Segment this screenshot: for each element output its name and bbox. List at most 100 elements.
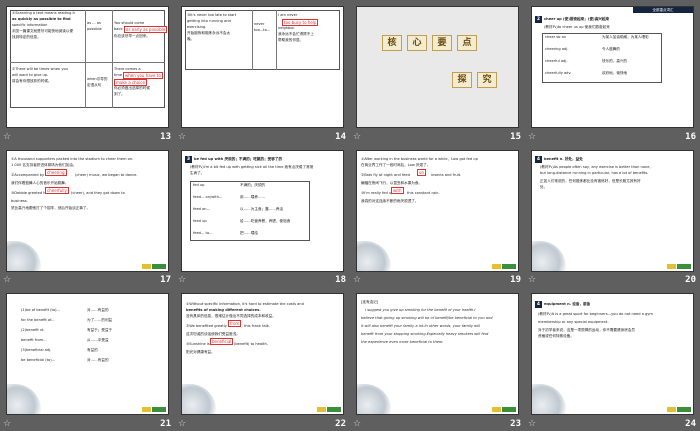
slide-text: ①After working in the business world for… (361, 156, 478, 161)
slide-text: benefit from your stopping smoking.Espec… (361, 332, 489, 337)
slide-thumbnail-19[interactable]: ①After working in the business world for… (350, 144, 525, 288)
slide-thumbnail-24[interactable]: 4 equipment n. 设备，装备 (教材P₆)It is a great… (525, 287, 700, 431)
answer-highlight: with (391, 186, 404, 194)
nav-control[interactable] (142, 263, 151, 269)
slide-text: 生病了。 (190, 170, 205, 175)
slide-number: 16 (685, 131, 696, 142)
nav-control[interactable] (502, 407, 516, 413)
star-icon[interactable]: ☆ (528, 132, 536, 142)
slide-20-content: 4 benefit n. 好处，益处 (教材P₃)As people often… (531, 149, 694, 272)
table-cell: feed... on/with... (193, 194, 223, 199)
slide-text: 帮助我的邻居。 (278, 38, 304, 42)
slide-text: as quickly as possible to find (12, 17, 71, 21)
slide-thumbnail-21[interactable]: (1)be of benefit (to)... 对……有益的 for the … (0, 287, 175, 431)
slide-thumbnail-17[interactable]: ①A thousand supporters packed into the s… (0, 144, 175, 288)
title-char-box: 点 (457, 35, 477, 51)
item-badge: 4 (535, 155, 542, 163)
slide-text: 在商业界工作了一段时间后，Low 厌烦了。 (361, 162, 431, 167)
slide-thumbnail-13[interactable]: ①Scanning a text means reading it as qui… (0, 0, 175, 144)
star-icon[interactable]: ☆ (178, 275, 186, 285)
slide-sorter-grid: ①Scanning a text means reading it as qui… (0, 0, 700, 431)
table-divider (85, 10, 86, 108)
table-cell: (1)be of benefit (to)... (21, 308, 60, 313)
slide-text: (benefit) to health. (234, 342, 268, 347)
answer-highlight: from (228, 320, 242, 328)
slide-thumbnail-20[interactable]: 4 benefit n. 好处，益处 (教材P₃)As people often… (525, 144, 700, 288)
nav-control[interactable] (152, 263, 166, 269)
title-char-box: 要 (432, 35, 452, 51)
slide-text: equipment n. 设备，装备 (544, 302, 591, 307)
star-icon[interactable]: ☆ (353, 275, 361, 285)
slide-footer: ☆ 20 (525, 271, 700, 287)
answer-highlight: beneficial (210, 338, 234, 346)
slide-text: (教材P₃)to cheer us up 使我们振奋起来 (544, 25, 610, 29)
slide-thumbnail-22[interactable]: ①Without specific information, it's hard… (175, 287, 350, 431)
flower-decoration (532, 384, 566, 415)
subtitle-char-box: 究 (477, 72, 497, 88)
star-icon[interactable]: ☆ (3, 419, 11, 429)
nav-control[interactable] (492, 263, 501, 269)
slide-text: 我们伴着鼓舞人心的音乐开始跳舞。 (11, 180, 69, 185)
slide-text: 到了。 (114, 92, 125, 96)
nav-control[interactable] (677, 407, 691, 413)
slide-number: 19 (510, 275, 521, 286)
slide-text: I am never (278, 13, 298, 17)
answer-highlight: on (417, 168, 426, 176)
table-cell: 对……有益的 (87, 358, 109, 363)
table-cell: 从……中受益 (87, 338, 109, 343)
nav-control[interactable] (142, 407, 151, 413)
nav-control[interactable] (667, 263, 676, 269)
slide-text: getting into running and (187, 19, 231, 23)
subtitle-char-box: 探 (452, 72, 472, 88)
slide-16-content: 全部重点词汇 2 cheer up (使)振奋起来；(使)高兴起来 (教材P₃)… (531, 6, 694, 128)
slide-thumbnail-18[interactable]: 3 be fed up with 厌烦的；不满的；吃腻的；受够了的 (教材P₆)… (175, 144, 350, 288)
slide-number: 22 (335, 418, 346, 429)
star-icon[interactable]: ☆ (528, 419, 536, 429)
nav-control[interactable] (502, 263, 516, 269)
star-icon[interactable]: ☆ (178, 419, 186, 429)
slide-number: 15 (510, 131, 521, 142)
slide-number: 13 (160, 131, 171, 142)
nav-control[interactable] (677, 263, 691, 269)
slide-footer: ☆ 13 (0, 128, 175, 144)
table-cell: 为了……的利益 (87, 318, 113, 323)
nav-control[interactable] (327, 407, 341, 413)
table-cell: 有益的 (87, 348, 98, 353)
slide-text: too...to... (254, 28, 271, 32)
slide-text: insects and fruit. (431, 172, 462, 177)
star-icon[interactable]: ☆ (353, 132, 361, 142)
slide-text: it will also benefit your family a lot.I… (361, 324, 481, 329)
slide-thumbnail-16[interactable]: 全部重点词汇 2 cheer up (使)振奋起来；(使)高兴起来 (教材P₃)… (525, 0, 700, 144)
nav-control[interactable] (317, 407, 326, 413)
star-icon[interactable]: ☆ (353, 419, 361, 429)
star-icon[interactable]: ☆ (3, 132, 11, 142)
slide-text: this frank talk. (244, 324, 270, 329)
star-icon[interactable]: ☆ (178, 132, 186, 142)
slide-text: when引导的 (87, 77, 108, 81)
table-cell: feed on... (193, 206, 211, 211)
slide-text: 开始锻炼和锻炼永远不会太 (187, 31, 231, 35)
star-icon[interactable]: ☆ (528, 275, 536, 285)
slide-text: 我永远不会忙得顾不上 (278, 32, 314, 36)
nav-control[interactable] (492, 407, 501, 413)
table-divider (276, 10, 277, 70)
slide-thumbnail-14[interactable]: ③It's never too late to start getting in… (175, 0, 350, 144)
table-cell: 为某人加油助威，为某人喝彩 (602, 35, 649, 39)
slide-thumbnail-23[interactable]: [连有连记] I suggest you give up smoking for… (350, 287, 525, 431)
slide-14-content: ③It's never too late to start getting in… (181, 6, 344, 128)
slide-text: 定语从句 (87, 83, 102, 87)
slide-text: 晚。 (187, 37, 195, 41)
slide-24-content: 4 equipment n. 设备，装备 (教材P₆)It is a great… (531, 293, 694, 416)
slide-thumbnail-15[interactable]: 核 心 要 点 探 究 ☆ 15 (350, 0, 525, 144)
slide-text: ②There will be times when you (12, 67, 68, 71)
answer-highlight: when you have to (123, 72, 163, 79)
nav-control[interactable] (152, 407, 166, 413)
slide-footer: ☆ 15 (350, 128, 525, 144)
slide-text: 资格或任何特殊设备。 (538, 334, 574, 339)
slide-text: 这次坦诚的谈话使我们受益匪浅。 (186, 332, 240, 337)
slide-footer: ☆ 22 (175, 415, 350, 431)
slide-text: ①Scanning a text means reading it (12, 11, 75, 15)
slide-text: 处。 (540, 184, 548, 189)
star-icon[interactable]: ☆ (3, 275, 11, 285)
nav-control[interactable] (667, 407, 676, 413)
